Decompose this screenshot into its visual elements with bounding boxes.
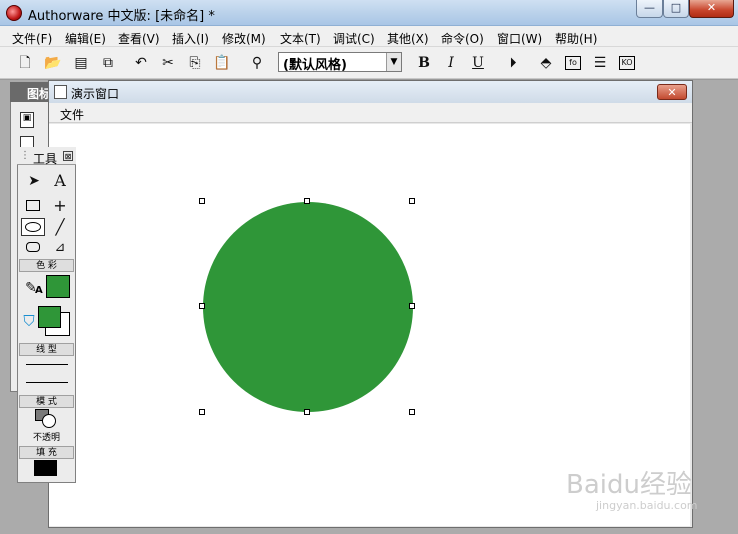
crosshair-tool-icon[interactable]: + [50, 197, 70, 215]
copy-icon[interactable]: ⎘ [185, 53, 205, 73]
rounded-rect-tool-icon[interactable] [26, 242, 40, 252]
line-style-thin[interactable] [26, 364, 68, 365]
color-section-label: 色 彩 [19, 259, 74, 272]
tool-palette-title: 工具 [33, 152, 58, 166]
presentation-window-menu-bar [49, 103, 692, 123]
resize-handle-left[interactable] [199, 303, 205, 309]
line-section-label: 线 型 [19, 343, 74, 356]
menu-modify[interactable]: 修改(M) [222, 30, 266, 47]
line-color-swatch[interactable] [46, 275, 70, 298]
resize-handle-top[interactable] [304, 198, 310, 204]
menu-view[interactable]: 查看(V) [118, 30, 160, 47]
rectangle-tool-icon[interactable] [26, 200, 40, 211]
line-style-normal[interactable] [26, 382, 68, 383]
menu-help[interactable]: 帮助(H) [555, 30, 597, 47]
bold-button[interactable]: B [414, 53, 434, 73]
menu-text[interactable]: 文本(T) [280, 30, 321, 47]
text-tool-icon[interactable]: A [50, 172, 70, 190]
menu-command[interactable]: 命令(O) [441, 30, 484, 47]
functions-icon[interactable]: fo [563, 53, 583, 73]
paint-bucket-icon: ⛉ [23, 312, 35, 330]
polygon-tool-icon[interactable]: ⊿ [50, 239, 70, 257]
line-tool-icon[interactable]: ╱ [50, 218, 70, 236]
menu-edit[interactable]: 编辑(E) [65, 30, 106, 47]
resize-handle-bottom-left[interactable] [199, 409, 205, 415]
foreground-fill-color-swatch[interactable] [38, 306, 61, 328]
text-color-icon: A [35, 285, 43, 296]
fill-pattern-swatch[interactable] [34, 460, 57, 476]
pointer-tool-icon[interactable]: ➤ [24, 172, 44, 190]
variables-icon[interactable]: ☰ [590, 53, 610, 73]
italic-button[interactable]: I [441, 53, 461, 73]
baidu-watermark-url: jingyan.baidu.com [596, 499, 698, 512]
authorware-app-icon[interactable] [6, 5, 22, 21]
paste-icon[interactable]: 📋 [212, 53, 232, 73]
window-title: Authorware 中文版: [未命名] * [28, 9, 215, 24]
resize-handle-top-left[interactable] [199, 198, 205, 204]
resize-handle-right[interactable] [409, 303, 415, 309]
green-circle-shape[interactable] [203, 202, 413, 412]
cut-icon[interactable]: ✂ [158, 53, 178, 73]
menu-window[interactable]: 窗口(W) [497, 30, 542, 47]
find-icon[interactable]: ⚲ [247, 53, 267, 73]
fill-section-label: 填 充 [19, 446, 74, 459]
resize-handle-top-right[interactable] [409, 198, 415, 204]
knowledge-objects-icon[interactable]: KO [617, 53, 637, 73]
dropdown-arrow-icon[interactable]: ▼ [386, 53, 401, 71]
presentation-window-title: 演示窗口 [71, 87, 120, 101]
new-file-icon[interactable]: 🗋 [15, 53, 35, 73]
presentation-window-title-bar[interactable] [49, 81, 692, 103]
grip-icon: ⋮ [20, 150, 30, 161]
presentation-menu-file[interactable]: 文件 [60, 106, 84, 123]
menu-insert[interactable]: 插入(I) [172, 30, 209, 47]
opaque-mode-circle-icon[interactable] [42, 414, 56, 428]
resize-handle-bottom-right[interactable] [409, 409, 415, 415]
presentation-window-close-button[interactable]: ✕ [657, 84, 687, 100]
ellipse-tool-icon[interactable] [25, 222, 41, 232]
save-all-icon[interactable]: ▤ [71, 53, 91, 73]
maximize-button[interactable]: □ [663, 0, 689, 18]
import-icon[interactable]: ⧉ [98, 53, 118, 73]
tool-palette-close-icon[interactable]: ⊠ [63, 151, 73, 161]
text-style-value: (默认风格) [283, 58, 347, 73]
mode-value: 不透明 [33, 433, 61, 443]
undo-icon[interactable]: ↶ [131, 53, 151, 73]
mode-section-label: 模 式 [19, 395, 74, 408]
menu-debug[interactable]: 调试(C) [333, 30, 375, 47]
presentation-window-icon [54, 85, 67, 99]
menu-file[interactable]: 文件(F) [12, 30, 52, 47]
run-icon[interactable]: ⏵ [503, 53, 523, 73]
baidu-watermark: Baidu经验 [566, 470, 692, 500]
minimize-button[interactable]: — [636, 0, 663, 18]
close-button[interactable]: ✕ [689, 0, 734, 18]
control-panel-icon[interactable]: ⬘ [536, 53, 556, 73]
open-file-icon[interactable]: 📂 [43, 53, 63, 73]
display-icon[interactable]: ▣ [20, 112, 34, 128]
resize-handle-bottom[interactable] [304, 409, 310, 415]
menu-other[interactable]: 其他(X) [387, 30, 429, 47]
underline-button[interactable]: U [468, 53, 488, 73]
